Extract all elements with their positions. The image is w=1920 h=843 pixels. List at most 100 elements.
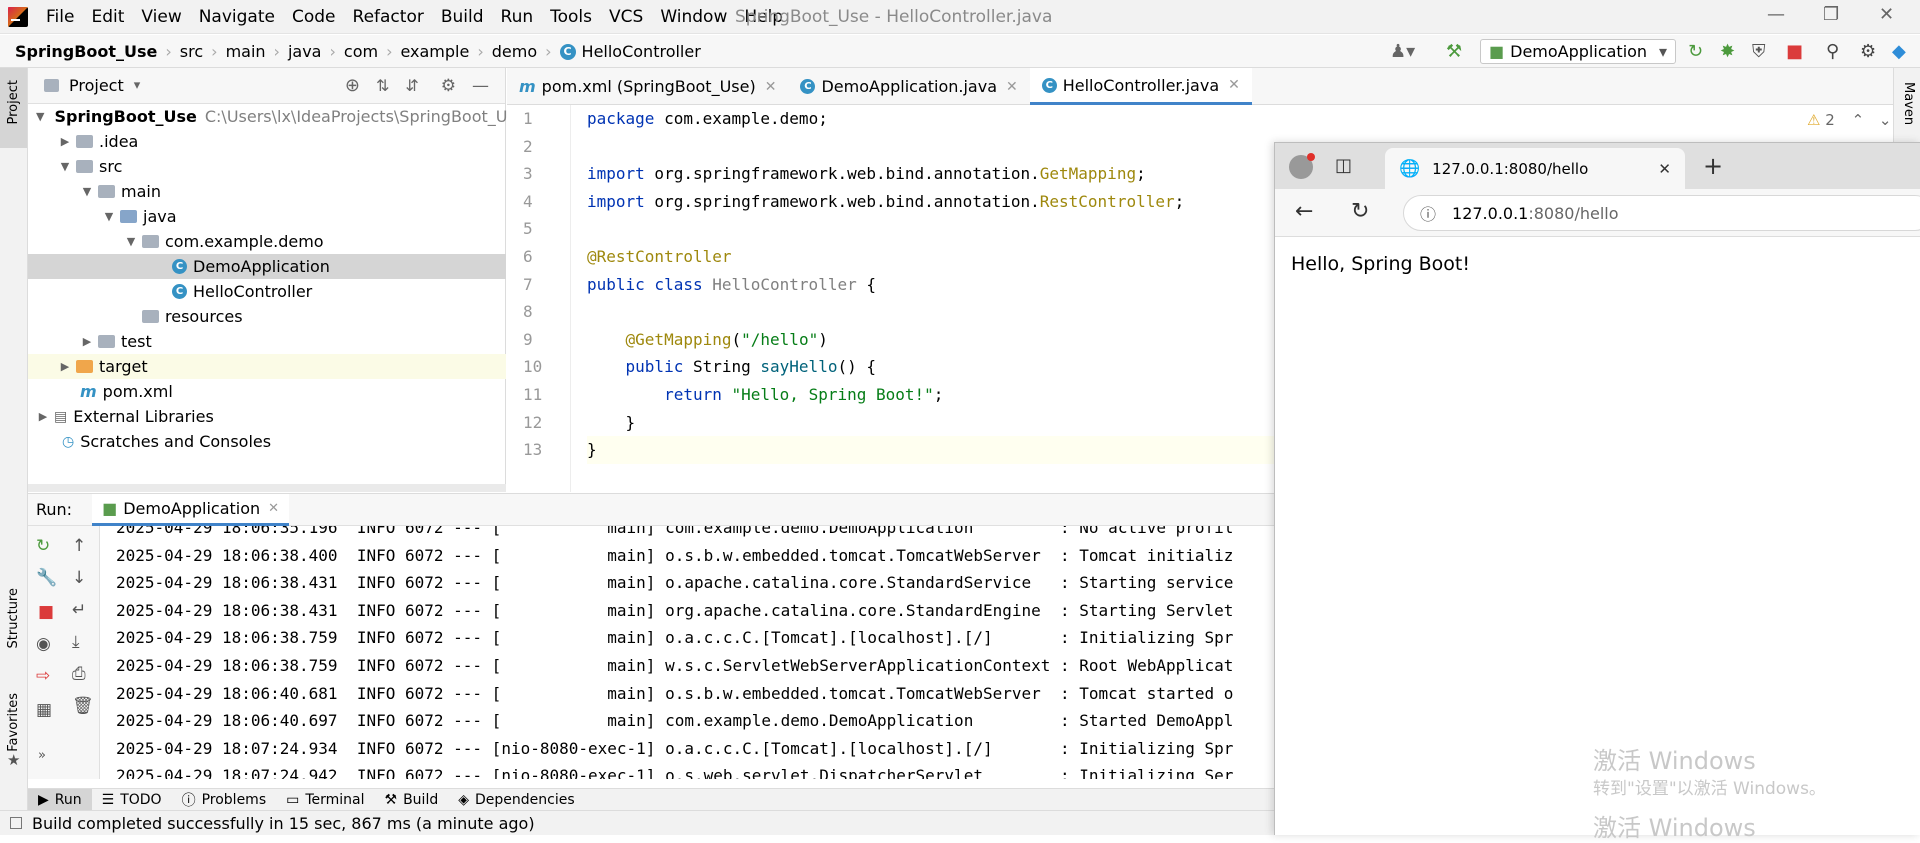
chevron-right-icon[interactable]: ▶	[36, 410, 50, 423]
menu-window[interactable]: Window	[660, 7, 727, 27]
close-tab-icon[interactable]: ✕	[1006, 79, 1018, 95]
horizontal-scrollbar[interactable]	[28, 484, 506, 492]
menu-code[interactable]: Code	[292, 7, 336, 27]
restore-icon[interactable]: ❐	[1823, 4, 1839, 25]
bottom-tab-dependencies[interactable]: ◈ Dependencies	[448, 789, 584, 811]
chevron-down-icon[interactable]: ▾	[134, 78, 141, 93]
tree-item-test[interactable]: ▶ test	[28, 329, 506, 354]
menu-vcs[interactable]: VCS	[609, 7, 643, 27]
tree-item-src[interactable]: ▼ src	[28, 154, 506, 179]
bottom-tab-build[interactable]: ⚒ Build	[375, 789, 449, 811]
up-arrow-icon[interactable]: ↑	[72, 536, 86, 556]
rerun-icon[interactable]: ↻	[36, 536, 50, 556]
debug-icon[interactable]: ✸	[1720, 41, 1735, 62]
breadcrumb-src[interactable]: src	[180, 42, 203, 61]
build-hammer-icon[interactable]: ⚒	[1446, 41, 1462, 62]
maven-stripe-label[interactable]: Maven	[1901, 82, 1916, 125]
bottom-tab-terminal[interactable]: ▭ Terminal	[276, 789, 374, 811]
run-tab-demoapplication[interactable]: ■ DemoApplication ✕	[92, 493, 290, 526]
tree-item-springboot-use[interactable]: ▼ SpringBoot_Use C:\Users\lx\IdeaProject…	[28, 104, 526, 129]
camera-icon[interactable]: ◉	[36, 634, 51, 654]
new-tab-icon[interactable]: +	[1703, 152, 1723, 180]
jetbrains-toolbox-icon[interactable]: ◆	[1892, 41, 1906, 62]
site-info-icon[interactable]: ⓘ	[1420, 201, 1436, 225]
chevron-right-icon[interactable]: ▶	[58, 360, 72, 373]
back-icon[interactable]: ←	[1295, 199, 1313, 224]
menu-edit[interactable]: Edit	[91, 7, 124, 27]
breadcrumb-com[interactable]: com	[344, 42, 378, 61]
tree-item-com-example-demo[interactable]: ▼ com.example.demo	[28, 229, 506, 254]
favorites-stripe-label[interactable]: Favorites	[6, 693, 21, 752]
breadcrumb-project[interactable]: SpringBoot_Use	[15, 42, 157, 61]
chevron-down-icon[interactable]: ⌄	[1879, 111, 1892, 129]
stop-icon[interactable]: ■	[1786, 41, 1803, 62]
structure-stripe-label[interactable]: Structure	[6, 588, 21, 648]
chevron-down-icon[interactable]: ▼	[124, 235, 138, 248]
coverage-icon[interactable]: ⛨	[1752, 41, 1766, 62]
user-icon[interactable]: ♟▾	[1390, 41, 1415, 62]
breadcrumb-java[interactable]: java	[288, 42, 322, 61]
tree-item-demoapplication[interactable]: C DemoApplication	[28, 254, 506, 279]
menu-run[interactable]: Run	[501, 7, 534, 27]
chevron-down-icon[interactable]: ▼	[58, 160, 72, 173]
run-configuration-select[interactable]: ■ DemoApplication ▾	[1480, 39, 1676, 64]
chevron-down-icon[interactable]: ▼	[80, 185, 94, 198]
breadcrumb-main[interactable]: main	[226, 42, 266, 61]
tree-item-main[interactable]: ▼ main	[28, 179, 506, 204]
chevron-right-icon[interactable]: ▶	[58, 135, 72, 148]
search-icon[interactable]: ⚲	[1826, 41, 1839, 62]
tab-hellocontroller[interactable]: C HelloController.java ✕	[1029, 68, 1252, 105]
bottom-tab-run[interactable]: ▶ Run	[28, 788, 92, 811]
tree-item-external-libraries[interactable]: ▶ ▤ External Libraries	[28, 404, 506, 429]
close-tab-icon[interactable]: ✕	[1658, 160, 1671, 178]
locate-icon[interactable]: ⊕	[345, 75, 360, 96]
chevron-down-icon[interactable]: ▼	[36, 110, 44, 123]
exit-icon[interactable]: ⇨	[36, 666, 50, 686]
breadcrumb-hellocontroller[interactable]: C HelloController	[559, 42, 701, 61]
tree-item-pom-xml[interactable]: m pom.xml	[28, 379, 506, 404]
bottom-tab-problems[interactable]: ⓘ Problems	[172, 789, 277, 811]
chevron-up-icon[interactable]: ⌃	[1852, 111, 1865, 129]
chevron-down-icon[interactable]: ▼	[102, 210, 116, 223]
tree-item-target[interactable]: ▶ target	[28, 354, 506, 379]
project-panel-title[interactable]: Project	[69, 76, 124, 95]
url-input[interactable]: ⓘ 127.0.0.1:8080/hello	[1403, 195, 1920, 231]
close-tab-icon[interactable]: ✕	[1228, 77, 1240, 93]
menu-tools[interactable]: Tools	[550, 7, 592, 27]
rerun-icon[interactable]: ↻	[1688, 41, 1703, 62]
print-icon[interactable]: ⎙	[72, 664, 86, 684]
browser-tab[interactable]: 🌐 127.0.0.1:8080/hello ✕	[1385, 148, 1685, 189]
layout-icon[interactable]: ▦	[36, 700, 52, 720]
down-arrow-icon[interactable]: ↓	[72, 568, 86, 588]
breadcrumb-demo[interactable]: demo	[492, 42, 537, 61]
wrench-icon[interactable]: 🔧	[36, 568, 57, 588]
project-stripe-button[interactable]: Project	[0, 68, 27, 148]
tree-item-java[interactable]: ▼ java	[28, 204, 506, 229]
tab-demoapplication[interactable]: C DemoApplication.java ✕	[788, 68, 1029, 105]
minimize-icon[interactable]: —	[1767, 4, 1785, 25]
tree-item-scratches[interactable]: ◷ Scratches and Consoles	[28, 429, 506, 454]
expand-all-icon[interactable]: ⇅	[376, 76, 389, 95]
tab-pom-xml[interactable]: m pom.xml (SpringBoot_Use) ✕	[507, 68, 788, 105]
bottom-tab-todo[interactable]: ☰ TODO	[92, 789, 172, 811]
close-tab-icon[interactable]: ✕	[268, 501, 279, 516]
status-toggle-icon[interactable]	[10, 817, 22, 829]
chevron-right-icon[interactable]: ▶	[80, 335, 94, 348]
tab-actions-icon[interactable]: ◫	[1335, 155, 1352, 176]
soft-wrap-icon[interactable]: ↵	[72, 600, 86, 620]
menu-navigate[interactable]: Navigate	[199, 7, 275, 27]
tree-item-resources[interactable]: resources	[28, 304, 506, 329]
hide-icon[interactable]: —	[472, 76, 489, 96]
scroll-to-end-icon[interactable]: ⤓	[72, 632, 80, 652]
menu-file[interactable]: File	[46, 7, 74, 27]
gear-icon[interactable]: ⚙	[441, 76, 456, 96]
collapse-all-icon[interactable]: ⇵	[405, 76, 418, 95]
tree-item-idea[interactable]: ▶ .idea	[28, 129, 506, 154]
menu-build[interactable]: Build	[441, 7, 484, 27]
settings-gear-icon[interactable]: ⚙	[1860, 41, 1876, 62]
refresh-icon[interactable]: ↻	[1351, 199, 1369, 224]
stop-icon[interactable]: ■	[38, 602, 54, 622]
trash-icon[interactable]: 🗑	[72, 696, 94, 716]
inspection-widget[interactable]: ⚠ 2 ⌃ ⌄	[1807, 111, 1892, 129]
more-icon[interactable]: »	[38, 748, 46, 763]
